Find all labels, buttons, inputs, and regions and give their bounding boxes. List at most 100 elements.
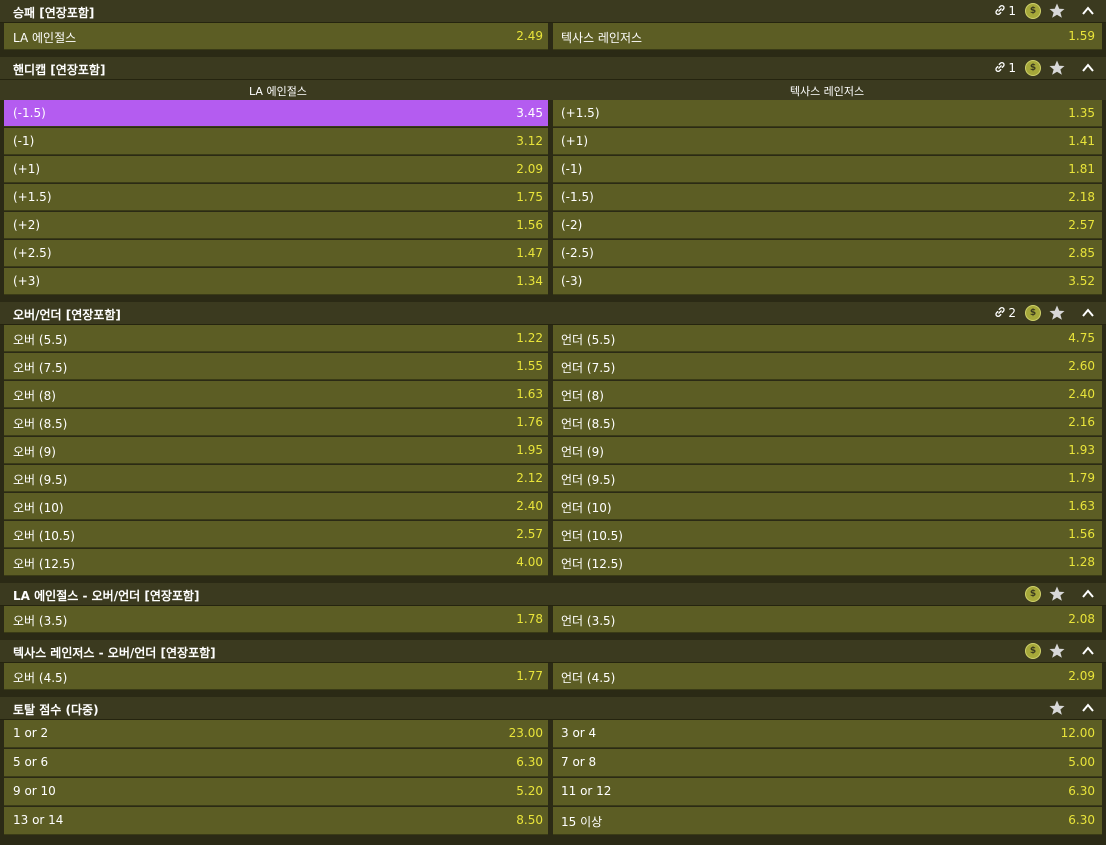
odds-cell-right[interactable]: (+1) 1.41 [553, 128, 1102, 155]
odds-label: (+1) [13, 162, 41, 176]
odds-cell-left[interactable]: 오버 (9) 1.95 [4, 437, 548, 464]
chevron-up-icon[interactable] [1081, 4, 1095, 18]
odds-cell-left[interactable]: 오버 (4.5) 1.77 [4, 663, 548, 690]
odds-cell-right[interactable]: 언더 (8) 2.40 [553, 381, 1102, 408]
odds-cell-right[interactable]: 언더 (8.5) 2.16 [553, 409, 1102, 436]
odds-cell-left[interactable]: 9 or 10 5.20 [4, 778, 548, 806]
odds-cell-right[interactable]: 언더 (10) 1.63 [553, 493, 1102, 520]
odds-label: 3 or 4 [561, 726, 597, 740]
betting-markets-panel: 승패 [연장포함] $1 LA 에인절스 2.49 텍사스 레인저스 1.59 핸디캡 [연… [0, 0, 1106, 836]
odds-cell-left[interactable]: (+3) 1.34 [4, 268, 548, 295]
odds-cell-left[interactable]: 오버 (8.5) 1.76 [4, 409, 548, 436]
coin-icon[interactable]: $ [1025, 643, 1041, 659]
odds-cell-left[interactable]: LA 에인절스 2.49 [4, 23, 548, 50]
odds-value: 5.20 [516, 784, 543, 798]
odds-cell-right[interactable]: 언더 (7.5) 2.60 [553, 353, 1102, 380]
odds-value: 1.75 [516, 190, 543, 204]
odds-cell-right[interactable]: (-1.5) 2.18 [553, 184, 1102, 211]
odds-label: 9 or 10 [13, 784, 56, 798]
star-icon[interactable] [1048, 699, 1066, 717]
odds-value: 8.50 [516, 813, 543, 827]
odds-cell-right[interactable]: (-1) 1.81 [553, 156, 1102, 183]
link-group[interactable]: 1 [994, 60, 1016, 77]
odds-label: (+2) [13, 218, 41, 232]
odds-value: 4.00 [516, 555, 543, 569]
market-block: 오버/언더 [연장포함] $2 오버 (5.5) 1.22 언더 (5.5) 4.75 오버… [0, 302, 1106, 577]
chevron-up-icon[interactable] [1081, 61, 1095, 75]
odds-cell-right[interactable]: (-2) 2.57 [553, 212, 1102, 239]
market-header[interactable]: 승패 [연장포함] $1 [0, 0, 1106, 23]
market-header[interactable]: 핸디캡 [연장포함] $1 [0, 57, 1106, 80]
odds-cell-right[interactable]: 언더 (10.5) 1.56 [553, 521, 1102, 548]
odds-label: 언더 (9) [561, 445, 604, 459]
odds-label: (+1.5) [561, 106, 600, 120]
link-group[interactable]: 1 [994, 3, 1016, 20]
odds-cell-right[interactable]: 3 or 4 12.00 [553, 720, 1102, 748]
odds-value: 1.56 [516, 218, 543, 232]
star-icon[interactable] [1048, 585, 1066, 603]
odds-value: 23.00 [508, 726, 543, 740]
odds-cell-right[interactable]: 15 이상 6.30 [553, 807, 1102, 835]
market-header[interactable]: LA 에인절스 - 오버/언더 [연장포함] $ [0, 583, 1106, 606]
odds-cell-left[interactable]: 오버 (10.5) 2.57 [4, 521, 548, 548]
odds-label: (-1.5) [561, 190, 594, 204]
star-icon[interactable] [1048, 59, 1066, 77]
market-title: LA 에인절스 - 오버/언더 [연장포함] [13, 589, 200, 603]
market-header[interactable]: 텍사스 레인저스 - 오버/언더 [연장포함] $ [0, 640, 1106, 663]
odds-cell-left[interactable]: 오버 (3.5) 1.78 [4, 606, 548, 633]
link-group[interactable]: 2 [994, 305, 1016, 322]
odds-cell-right[interactable]: 11 or 12 6.30 [553, 778, 1102, 806]
odds-cell-left[interactable]: 5 or 6 6.30 [4, 749, 548, 777]
chevron-up-icon[interactable] [1081, 306, 1095, 320]
link-icon [995, 62, 1005, 72]
odds-value: 1.93 [1068, 443, 1095, 457]
odds-cell-left[interactable]: 13 or 14 8.50 [4, 807, 548, 835]
odds-cell-right[interactable]: (-2.5) 2.85 [553, 240, 1102, 267]
odds-cell-left[interactable]: (+1) 2.09 [4, 156, 548, 183]
odds-cell-left[interactable]: 오버 (5.5) 1.22 [4, 325, 548, 352]
odds-value: 2.60 [1068, 359, 1095, 373]
odds-cell-left[interactable]: (+2.5) 1.47 [4, 240, 548, 267]
odds-cell-left[interactable]: 오버 (9.5) 2.12 [4, 465, 548, 492]
star-icon[interactable] [1048, 2, 1066, 20]
odds-cell-right[interactable]: 7 or 8 5.00 [553, 749, 1102, 777]
chevron-up-icon[interactable] [1081, 587, 1095, 601]
odds-cell-right[interactable]: (-3) 3.52 [553, 268, 1102, 295]
star-icon[interactable] [1048, 304, 1066, 322]
odds-row: 9 or 10 5.20 11 or 12 6.30 [0, 778, 1106, 807]
odds-value: 1.77 [516, 669, 543, 683]
star-icon[interactable] [1048, 642, 1066, 660]
odds-cell-left[interactable]: (-1.5) 3.45 [4, 100, 548, 127]
odds-cell-right[interactable]: 언더 (5.5) 4.75 [553, 325, 1102, 352]
odds-cell-right[interactable]: 언더 (3.5) 2.08 [553, 606, 1102, 633]
coin-icon[interactable]: $ [1025, 60, 1041, 76]
odds-cell-left[interactable]: (-1) 3.12 [4, 128, 548, 155]
odds-label: 1 or 2 [13, 726, 49, 740]
chevron-up-icon[interactable] [1081, 644, 1095, 658]
coin-icon[interactable]: $ [1025, 305, 1041, 321]
odds-cell-right[interactable]: 텍사스 레인저스 1.59 [553, 23, 1102, 50]
odds-cell-left[interactable]: 오버 (8) 1.63 [4, 381, 548, 408]
odds-value: 1.59 [1068, 29, 1095, 43]
market-header[interactable]: 오버/언더 [연장포함] $2 [0, 302, 1106, 325]
odds-cell-right[interactable]: 언더 (4.5) 2.09 [553, 663, 1102, 690]
coin-icon[interactable]: $ [1025, 586, 1041, 602]
odds-cell-left[interactable]: (+1.5) 1.75 [4, 184, 548, 211]
odds-cell-left[interactable]: 오버 (12.5) 4.00 [4, 549, 548, 576]
odds-cell-right[interactable]: 언더 (12.5) 1.28 [553, 549, 1102, 576]
coin-icon[interactable]: $ [1025, 3, 1041, 19]
odds-cell-left[interactable]: 오버 (10) 2.40 [4, 493, 548, 520]
odds-label: (+1) [561, 134, 589, 148]
chevron-up-icon[interactable] [1081, 701, 1095, 715]
odds-cell-right[interactable]: 언더 (9.5) 1.79 [553, 465, 1102, 492]
odds-cell-left[interactable]: (+2) 1.56 [4, 212, 548, 239]
market-header[interactable]: 토탈 점수 (다중) [0, 697, 1106, 720]
odds-value: 6.30 [1068, 784, 1095, 798]
odds-label: 오버 (10.5) [13, 529, 75, 543]
odds-label: 오버 (8) [13, 389, 56, 403]
odds-cell-right[interactable]: (+1.5) 1.35 [553, 100, 1102, 127]
odds-cell-right[interactable]: 언더 (9) 1.93 [553, 437, 1102, 464]
odds-cell-left[interactable]: 1 or 2 23.00 [4, 720, 548, 748]
odds-row: 13 or 14 8.50 15 이상 6.30 [0, 807, 1106, 836]
odds-cell-left[interactable]: 오버 (7.5) 1.55 [4, 353, 548, 380]
